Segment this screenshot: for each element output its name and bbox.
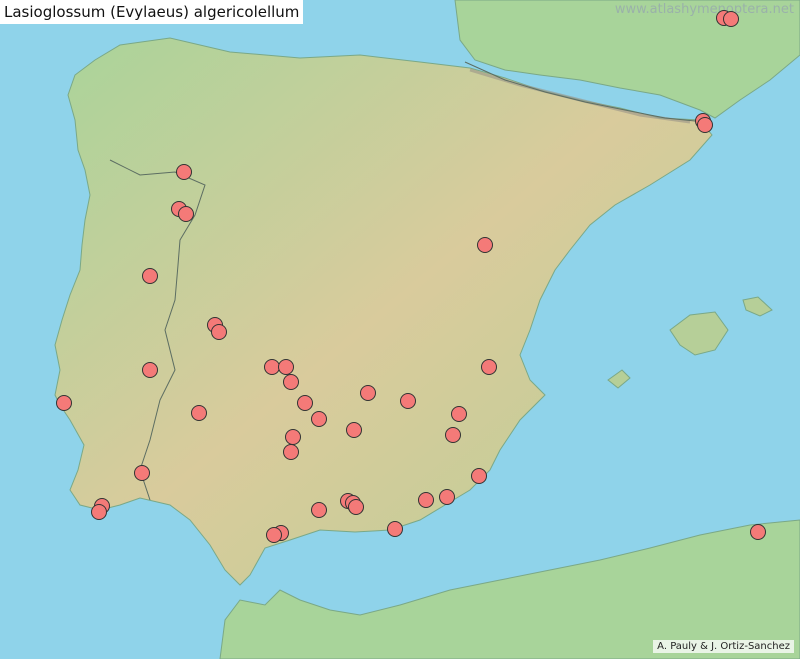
record-marker	[278, 359, 294, 375]
record-marker	[142, 362, 158, 378]
record-marker	[311, 502, 327, 518]
record-marker	[360, 385, 376, 401]
record-marker	[451, 406, 467, 422]
record-marker	[56, 395, 72, 411]
record-marker	[481, 359, 497, 375]
record-marker	[387, 521, 403, 537]
record-marker	[191, 405, 207, 421]
record-marker	[285, 429, 301, 445]
record-marker	[418, 492, 434, 508]
record-marker	[178, 206, 194, 222]
record-marker	[400, 393, 416, 409]
record-marker	[750, 524, 766, 540]
record-marker	[297, 395, 313, 411]
record-marker	[346, 422, 362, 438]
record-marker	[445, 427, 461, 443]
record-marker	[211, 324, 227, 340]
distribution-map: Lasioglossum (Evylaeus) algericolellum w…	[0, 0, 800, 659]
record-marker	[264, 359, 280, 375]
record-marker	[697, 117, 713, 133]
record-marker	[266, 527, 282, 543]
record-marker	[439, 489, 455, 505]
record-marker	[134, 465, 150, 481]
record-markers-layer	[56, 10, 766, 543]
record-marker	[283, 444, 299, 460]
record-marker	[176, 164, 192, 180]
record-marker	[142, 268, 158, 284]
record-marker	[471, 468, 487, 484]
record-marker	[477, 237, 493, 253]
record-marker	[311, 411, 327, 427]
record-marker	[723, 11, 739, 27]
record-marker	[283, 374, 299, 390]
record-marker	[348, 499, 364, 515]
record-marker	[91, 504, 107, 520]
